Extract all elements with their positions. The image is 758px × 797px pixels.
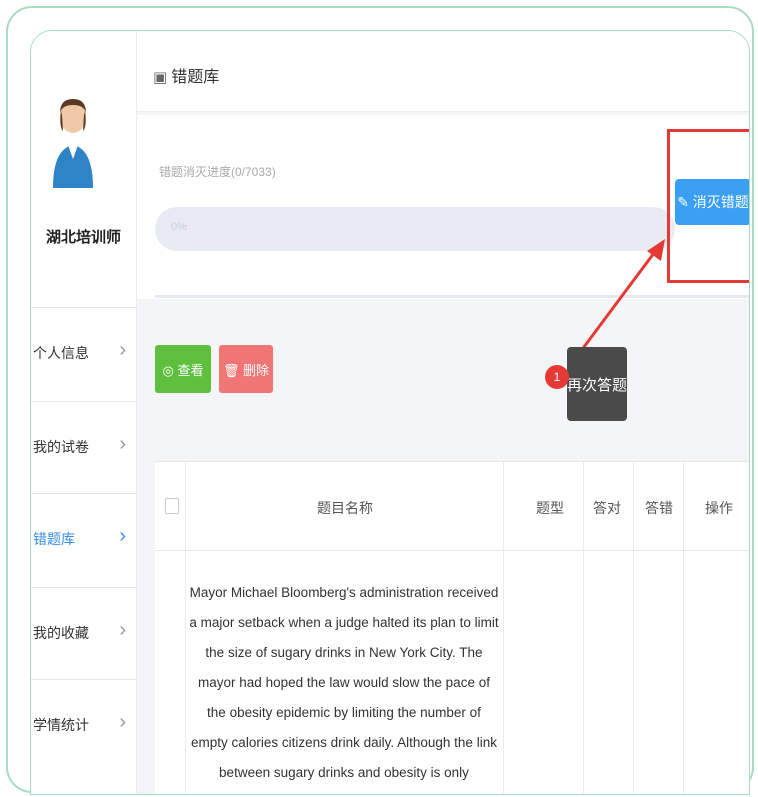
page-header: ▣ 错题库	[137, 31, 749, 112]
main-content: ▣ 错题库 错题消灭进度(0/7033) 0% ✎ 消灭错题 ◎ 查看 🗑 删除 …	[137, 31, 749, 794]
sidebar-item-label: 学情统计	[33, 717, 89, 733]
user-name: 湖北培训师	[45, 229, 121, 246]
chevron-right-icon: ›	[119, 711, 126, 733]
progress-label: 错题消灭进度(0/7033)	[159, 165, 276, 179]
user-avatar-icon	[53, 99, 93, 188]
divider	[31, 307, 136, 308]
chevron-right-icon: ›	[119, 619, 126, 641]
sidebar-item-label: 错题库	[33, 531, 75, 547]
sidebar: 湖北培训师 个人信息 › 我的试卷 › 错题库 › 我的收藏 › 学情统计 ›	[31, 31, 137, 794]
page-title-text: 错题库	[171, 69, 220, 86]
step-badge: 1	[545, 365, 569, 389]
divider	[633, 462, 634, 794]
sidebar-item-label: 个人信息	[33, 345, 89, 361]
chevron-right-icon: ›	[119, 339, 126, 361]
column-header-actions: 操作	[705, 500, 733, 516]
table-header: 题目名称 题型 答对 答错 操作	[155, 462, 749, 551]
sidebar-item-favorites[interactable]: 我的收藏 ›	[31, 591, 136, 681]
chevron-right-icon: ›	[119, 433, 126, 455]
page-title: ▣ 错题库	[153, 63, 219, 87]
divider	[185, 462, 186, 794]
divider	[583, 462, 584, 794]
tooltip-retry: 再次答题	[567, 347, 627, 421]
sidebar-item-label: 我的收藏	[33, 625, 89, 641]
divider	[683, 462, 684, 794]
select-all-checkbox[interactable]	[165, 498, 179, 514]
sidebar-item-statistics[interactable]: 学情统计 ›	[31, 683, 136, 773]
column-header-type: 题型	[536, 500, 564, 516]
view-button[interactable]: ◎ 查看	[155, 345, 211, 393]
delete-button[interactable]: 🗑 删除	[219, 345, 273, 393]
sidebar-item-wrong-questions[interactable]: 错题库 ›	[31, 497, 136, 587]
question-text[interactable]: Mayor Michael Bloomberg's administration…	[189, 578, 499, 794]
divider	[31, 587, 136, 588]
sidebar-item-my-papers[interactable]: 我的试卷 ›	[31, 405, 136, 495]
annotation-highlight-box	[667, 129, 749, 283]
app-window: 湖北培训师 个人信息 › 我的试卷 › 错题库 › 我的收藏 › 学情统计 ›	[30, 30, 750, 795]
sidebar-item-profile[interactable]: 个人信息 ›	[31, 311, 136, 401]
sidebar-item-label: 我的试卷	[33, 439, 89, 455]
divider	[31, 493, 136, 494]
column-header-correct: 答对	[593, 500, 621, 516]
calendar-icon: ▣	[153, 69, 168, 86]
chevron-right-icon: ›	[119, 525, 126, 547]
column-header-wrong: 答错	[645, 500, 673, 516]
progress-percent: 0%	[171, 221, 187, 233]
column-header-title: 题目名称	[317, 500, 373, 516]
divider	[503, 462, 504, 794]
divider	[31, 679, 136, 680]
divider	[31, 401, 136, 402]
wrong-questions-table: 题目名称 题型 答对 答错 操作 Mayor Michael Bloomberg…	[155, 461, 749, 794]
